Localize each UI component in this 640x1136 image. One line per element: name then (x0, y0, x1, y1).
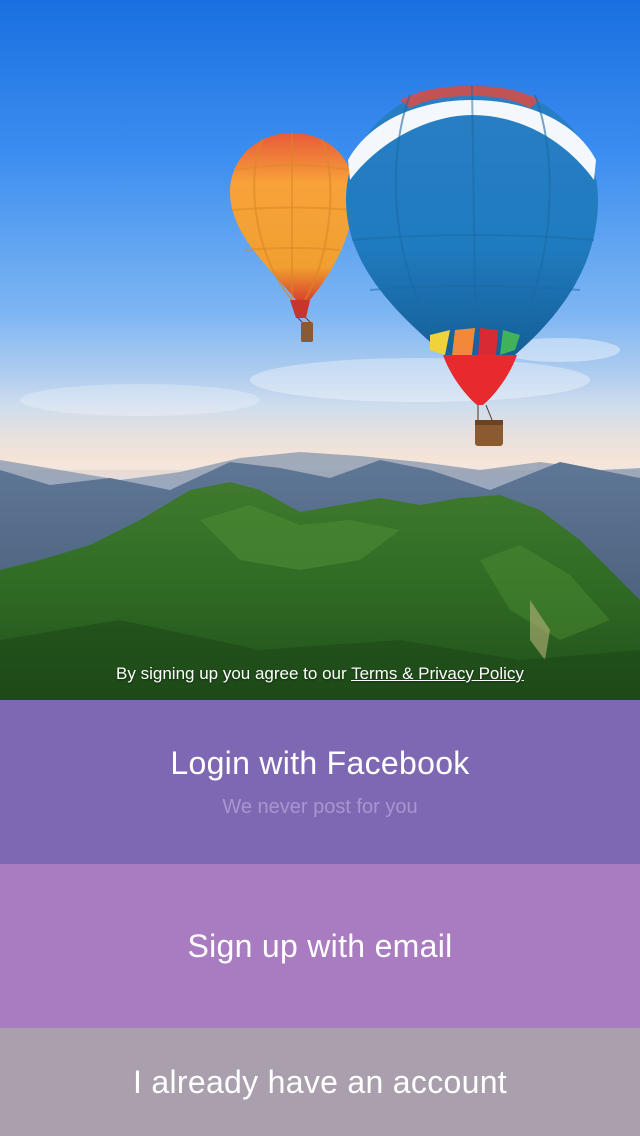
signup-email-label: Sign up with email (187, 927, 453, 964)
terms-notice: By signing up you agree to our Terms & P… (0, 664, 640, 684)
hero-image: By signing up you agree to our Terms & P… (0, 0, 640, 700)
terms-privacy-link[interactable]: Terms & Privacy Policy (351, 664, 524, 683)
terms-prefix: By signing up you agree to our (116, 664, 352, 683)
signup-email-button[interactable]: Sign up with email (0, 864, 640, 1028)
login-facebook-button[interactable]: Login with Facebook We never post for yo… (0, 700, 640, 864)
existing-account-label: I already have an account (133, 1063, 507, 1100)
existing-account-button[interactable]: I already have an account (0, 1028, 640, 1136)
balloon-landscape-illustration (0, 85, 640, 700)
login-facebook-sublabel: We never post for you (222, 796, 418, 818)
orange-balloon (230, 133, 354, 342)
login-facebook-label: Login with Facebook (170, 745, 470, 781)
